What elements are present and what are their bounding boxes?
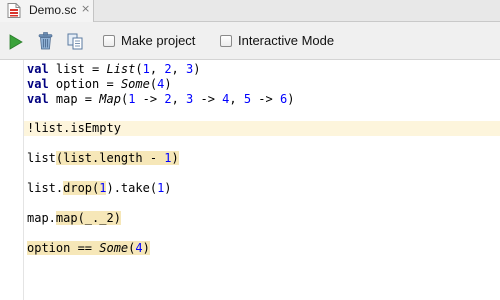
code-text: list =	[48, 62, 107, 76]
code-line-1: val list = List(1, 2, 3)	[24, 62, 500, 77]
code-text: (	[149, 77, 158, 91]
code-text: map.	[27, 211, 56, 225]
function-name: Map	[99, 92, 121, 106]
result-highlight: drop(1	[63, 181, 107, 195]
editor-tab-bar: Demo.sc ×	[0, 0, 500, 22]
code-text: ).take(	[106, 181, 158, 195]
editor-gutter	[0, 60, 24, 300]
code-text: ->	[135, 92, 165, 106]
code-text: ,	[149, 62, 165, 76]
copy-icon[interactable]	[67, 33, 83, 50]
tab-demo-sc[interactable]: Demo.sc ×	[0, 0, 94, 22]
interactive-mode-label: Interactive Mode	[238, 33, 335, 48]
scala-file-icon	[7, 3, 21, 18]
close-icon[interactable]: ×	[81, 2, 90, 15]
code-text: option =	[48, 77, 121, 91]
code-line-9: list.drop(1).take(1)	[24, 181, 500, 196]
code-text: )	[287, 92, 295, 106]
result-highlight: map(_._2)	[55, 211, 121, 225]
code-text: list	[27, 151, 56, 165]
code-line-2: val option = Some(4)	[24, 77, 500, 92]
function-name: Some	[120, 77, 150, 91]
make-project-option[interactable]: Make project	[103, 34, 195, 48]
code-text: ->	[193, 92, 223, 106]
code-line-current: !list.isEmpty	[24, 121, 500, 136]
code-line-11: map.map(_._2)	[24, 211, 500, 226]
make-project-checkbox[interactable]	[103, 35, 115, 47]
make-project-label: Make project	[121, 33, 196, 48]
code-text: drop(	[63, 181, 100, 195]
function-name: List	[106, 62, 136, 76]
tab-label: Demo.sc	[29, 3, 77, 17]
code-text: )	[142, 241, 150, 255]
code-text: (list.length -	[55, 151, 165, 165]
code-text: )	[171, 151, 179, 165]
interactive-mode-option[interactable]: Interactive Mode	[220, 34, 334, 48]
number: 1	[164, 151, 172, 165]
keyword: val	[27, 77, 49, 91]
worksheet-toolbar: Make project Interactive Mode	[0, 22, 500, 60]
code-line-3: val map = Map(1 -> 2, 3 -> 4, 5 -> 6)	[24, 92, 500, 107]
code-text: list.	[27, 181, 64, 195]
result-highlight: (list.length - 1)	[55, 151, 179, 165]
run-icon[interactable]	[9, 34, 23, 50]
number: 4	[135, 241, 143, 255]
result-highlight: option == Some(4)	[27, 241, 150, 255]
number: 1	[142, 62, 150, 76]
code-text: option ==	[27, 241, 100, 255]
trash-icon[interactable]	[38, 32, 53, 50]
code-text: ,	[171, 62, 186, 76]
interactive-mode-checkbox[interactable]	[220, 35, 232, 47]
keyword: val	[27, 62, 49, 76]
keyword: val	[27, 92, 49, 106]
code-text: map =	[48, 92, 100, 106]
code-text: (	[135, 62, 143, 76]
code-text: )	[164, 181, 172, 195]
number: 2	[164, 92, 172, 106]
code-text: )	[193, 62, 201, 76]
number: 5	[243, 92, 252, 106]
code-line-13: option == Some(4)	[24, 241, 500, 256]
code-text: )	[164, 77, 172, 91]
code-text: ->	[251, 92, 280, 106]
code-editor[interactable]: val list = List(1, 2, 3) val option = So…	[0, 60, 500, 300]
number: 2	[164, 62, 172, 76]
code-text: ,	[171, 92, 187, 106]
function-name: Some	[99, 241, 129, 255]
code-line-7: list(list.length - 1)	[24, 151, 500, 166]
code-text: !list.isEmpty	[27, 121, 121, 135]
code-text: ,	[229, 92, 244, 106]
